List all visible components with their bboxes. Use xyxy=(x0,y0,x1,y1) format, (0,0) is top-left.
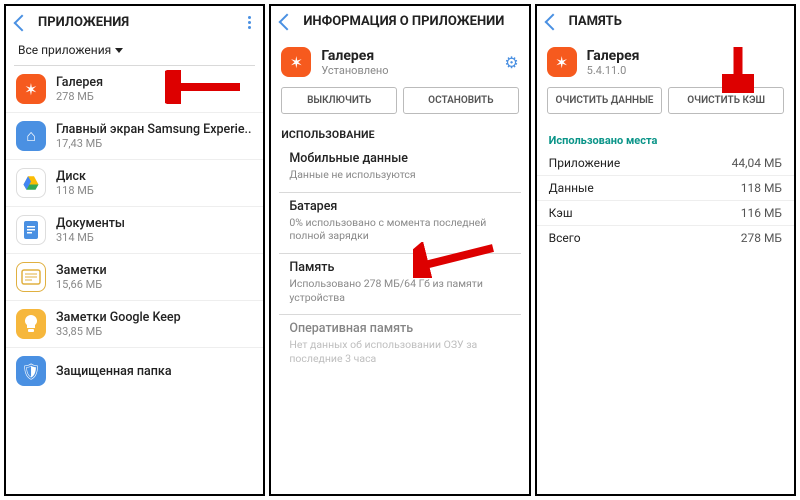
filter-label: Все приложения xyxy=(18,43,111,57)
app-row-docs[interactable]: Документы 314 МБ xyxy=(6,207,263,254)
pane-storage: ПАМЯТЬ ✶ Галерея 5.4.11.0 ОЧИСТИТЬ ДАННЫ… xyxy=(535,4,796,496)
app-size: 278 МБ xyxy=(56,90,253,103)
stop-button[interactable]: ОСТАНОВИТЬ xyxy=(403,87,519,114)
pane-app-info: ИНФОРМАЦИЯ О ПРИЛОЖЕНИИ ✶ Галерея Устано… xyxy=(269,4,530,496)
app-size: 15,66 МБ xyxy=(56,278,253,291)
topbar: ПРИЛОЖЕНИЯ xyxy=(6,6,263,39)
info-title: Батарея xyxy=(289,199,510,214)
info-sub: Использовано 278 МБ/64 Гб из памяти устр… xyxy=(289,277,510,304)
back-icon[interactable] xyxy=(279,13,296,30)
kv-val: 44,04 МБ xyxy=(732,156,782,170)
app-row-notes[interactable]: Заметки 15,66 МБ xyxy=(6,254,263,301)
info-sub: Данные не используются xyxy=(289,168,510,182)
secure-folder-icon: 🛡 xyxy=(16,356,46,386)
app-row-samsung-home[interactable]: ⌂ Главный экран Samsung Experie.. 17,43 … xyxy=(6,113,263,160)
gallery-icon: ✶ xyxy=(16,74,46,104)
app-name: Галерея xyxy=(56,75,253,90)
back-icon[interactable] xyxy=(14,14,31,31)
app-name: Диск xyxy=(56,169,253,184)
app-size: 33,85 МБ xyxy=(56,325,253,338)
pane-applications: ПРИЛОЖЕНИЯ Все приложения ✶ Галерея 278 … xyxy=(4,4,265,496)
kv-key: Кэш xyxy=(549,206,573,220)
row-total: Всего 278 МБ xyxy=(537,226,794,250)
app-name: Главный экран Samsung Experie.. xyxy=(56,122,253,137)
app-status: Установлено xyxy=(321,64,494,77)
gear-icon[interactable]: ⚙ xyxy=(504,53,518,72)
ram-row[interactable]: Оперативная память Нет данных об использ… xyxy=(279,315,520,375)
gallery-icon: ✶ xyxy=(281,47,311,77)
app-header: ✶ Галерея 5.4.11.0 xyxy=(537,37,794,87)
app-name: Защищенная папка xyxy=(56,364,253,379)
drive-icon xyxy=(16,168,46,198)
app-name: Заметки xyxy=(56,263,253,278)
battery-row[interactable]: Батарея 0% использовано с момента послед… xyxy=(279,193,520,254)
clear-data-button[interactable]: ОЧИСТИТЬ ДАННЫЕ xyxy=(547,87,663,114)
page-title: ПАМЯТЬ xyxy=(569,14,784,29)
button-row: ВЫКЛЮЧИТЬ ОСТАНОВИТЬ xyxy=(271,87,528,124)
topbar: ИНФОРМАЦИЯ О ПРИЛОЖЕНИИ xyxy=(271,6,528,37)
info-sub: Нет данных об использовании ОЗУ за после… xyxy=(289,338,510,365)
kv-val: 278 МБ xyxy=(741,231,782,245)
app-header: ✶ Галерея Установлено ⚙ xyxy=(271,37,528,87)
kv-key: Приложение xyxy=(549,156,621,170)
row-app: Приложение 44,04 МБ xyxy=(537,151,794,176)
row-cache: Кэш 116 МБ xyxy=(537,201,794,226)
gallery-icon: ✶ xyxy=(547,47,577,77)
kv-val: 116 МБ xyxy=(741,206,782,220)
info-title: Оперативная память xyxy=(289,321,510,336)
app-size: 17,43 МБ xyxy=(56,137,253,150)
app-row-keep[interactable]: Заметки Google Keep 33,85 МБ xyxy=(6,301,263,348)
keep-icon xyxy=(16,309,46,339)
page-title: ПРИЛОЖЕНИЯ xyxy=(38,15,236,30)
info-title: Мобильные данные xyxy=(289,151,510,166)
docs-icon xyxy=(16,215,46,245)
home-icon: ⌂ xyxy=(16,121,46,151)
app-list: ✶ Галерея 278 МБ ⌂ Главный экран Samsung… xyxy=(6,66,263,494)
app-name: Галерея xyxy=(587,48,784,64)
app-size: 118 МБ xyxy=(56,184,253,197)
more-icon[interactable] xyxy=(246,14,253,31)
section-usage: ИСПОЛЬЗОВАНИЕ xyxy=(271,124,528,145)
app-row-gallery[interactable]: ✶ Галерея 278 МБ xyxy=(6,66,263,113)
info-title: Память xyxy=(289,260,510,275)
app-name: Документы xyxy=(56,216,253,231)
kv-val: 118 МБ xyxy=(741,181,782,195)
filter-dropdown[interactable]: Все приложения xyxy=(6,39,263,65)
notes-icon xyxy=(16,262,46,292)
topbar: ПАМЯТЬ xyxy=(537,6,794,37)
mobile-data-row[interactable]: Мобильные данные Данные не используются xyxy=(279,145,520,193)
row-data: Данные 118 МБ xyxy=(537,176,794,201)
app-row-secure-folder[interactable]: 🛡 Защищенная папка xyxy=(6,348,263,394)
disable-button[interactable]: ВЫКЛЮЧИТЬ xyxy=(281,87,397,114)
storage-row[interactable]: Память Использовано 278 МБ/64 Гб из памя… xyxy=(279,254,520,315)
clear-cache-button[interactable]: ОЧИСТИТЬ КЭШ xyxy=(668,87,784,114)
page-title: ИНФОРМАЦИЯ О ПРИЛОЖЕНИИ xyxy=(303,14,518,29)
section-used-space: Использовано места xyxy=(537,124,794,151)
app-name: Галерея xyxy=(321,48,494,64)
info-sub: 0% использовано с момента последней полн… xyxy=(289,216,510,243)
app-size: 314 МБ xyxy=(56,231,253,244)
kv-key: Всего xyxy=(549,231,581,245)
kv-key: Данные xyxy=(549,181,594,195)
app-version: 5.4.11.0 xyxy=(587,64,784,77)
button-row: ОЧИСТИТЬ ДАННЫЕ ОЧИСТИТЬ КЭШ xyxy=(537,87,794,124)
back-icon[interactable] xyxy=(544,13,561,30)
chevron-down-icon xyxy=(115,48,123,53)
app-name: Заметки Google Keep xyxy=(56,310,253,325)
app-row-drive[interactable]: Диск 118 МБ xyxy=(6,160,263,207)
